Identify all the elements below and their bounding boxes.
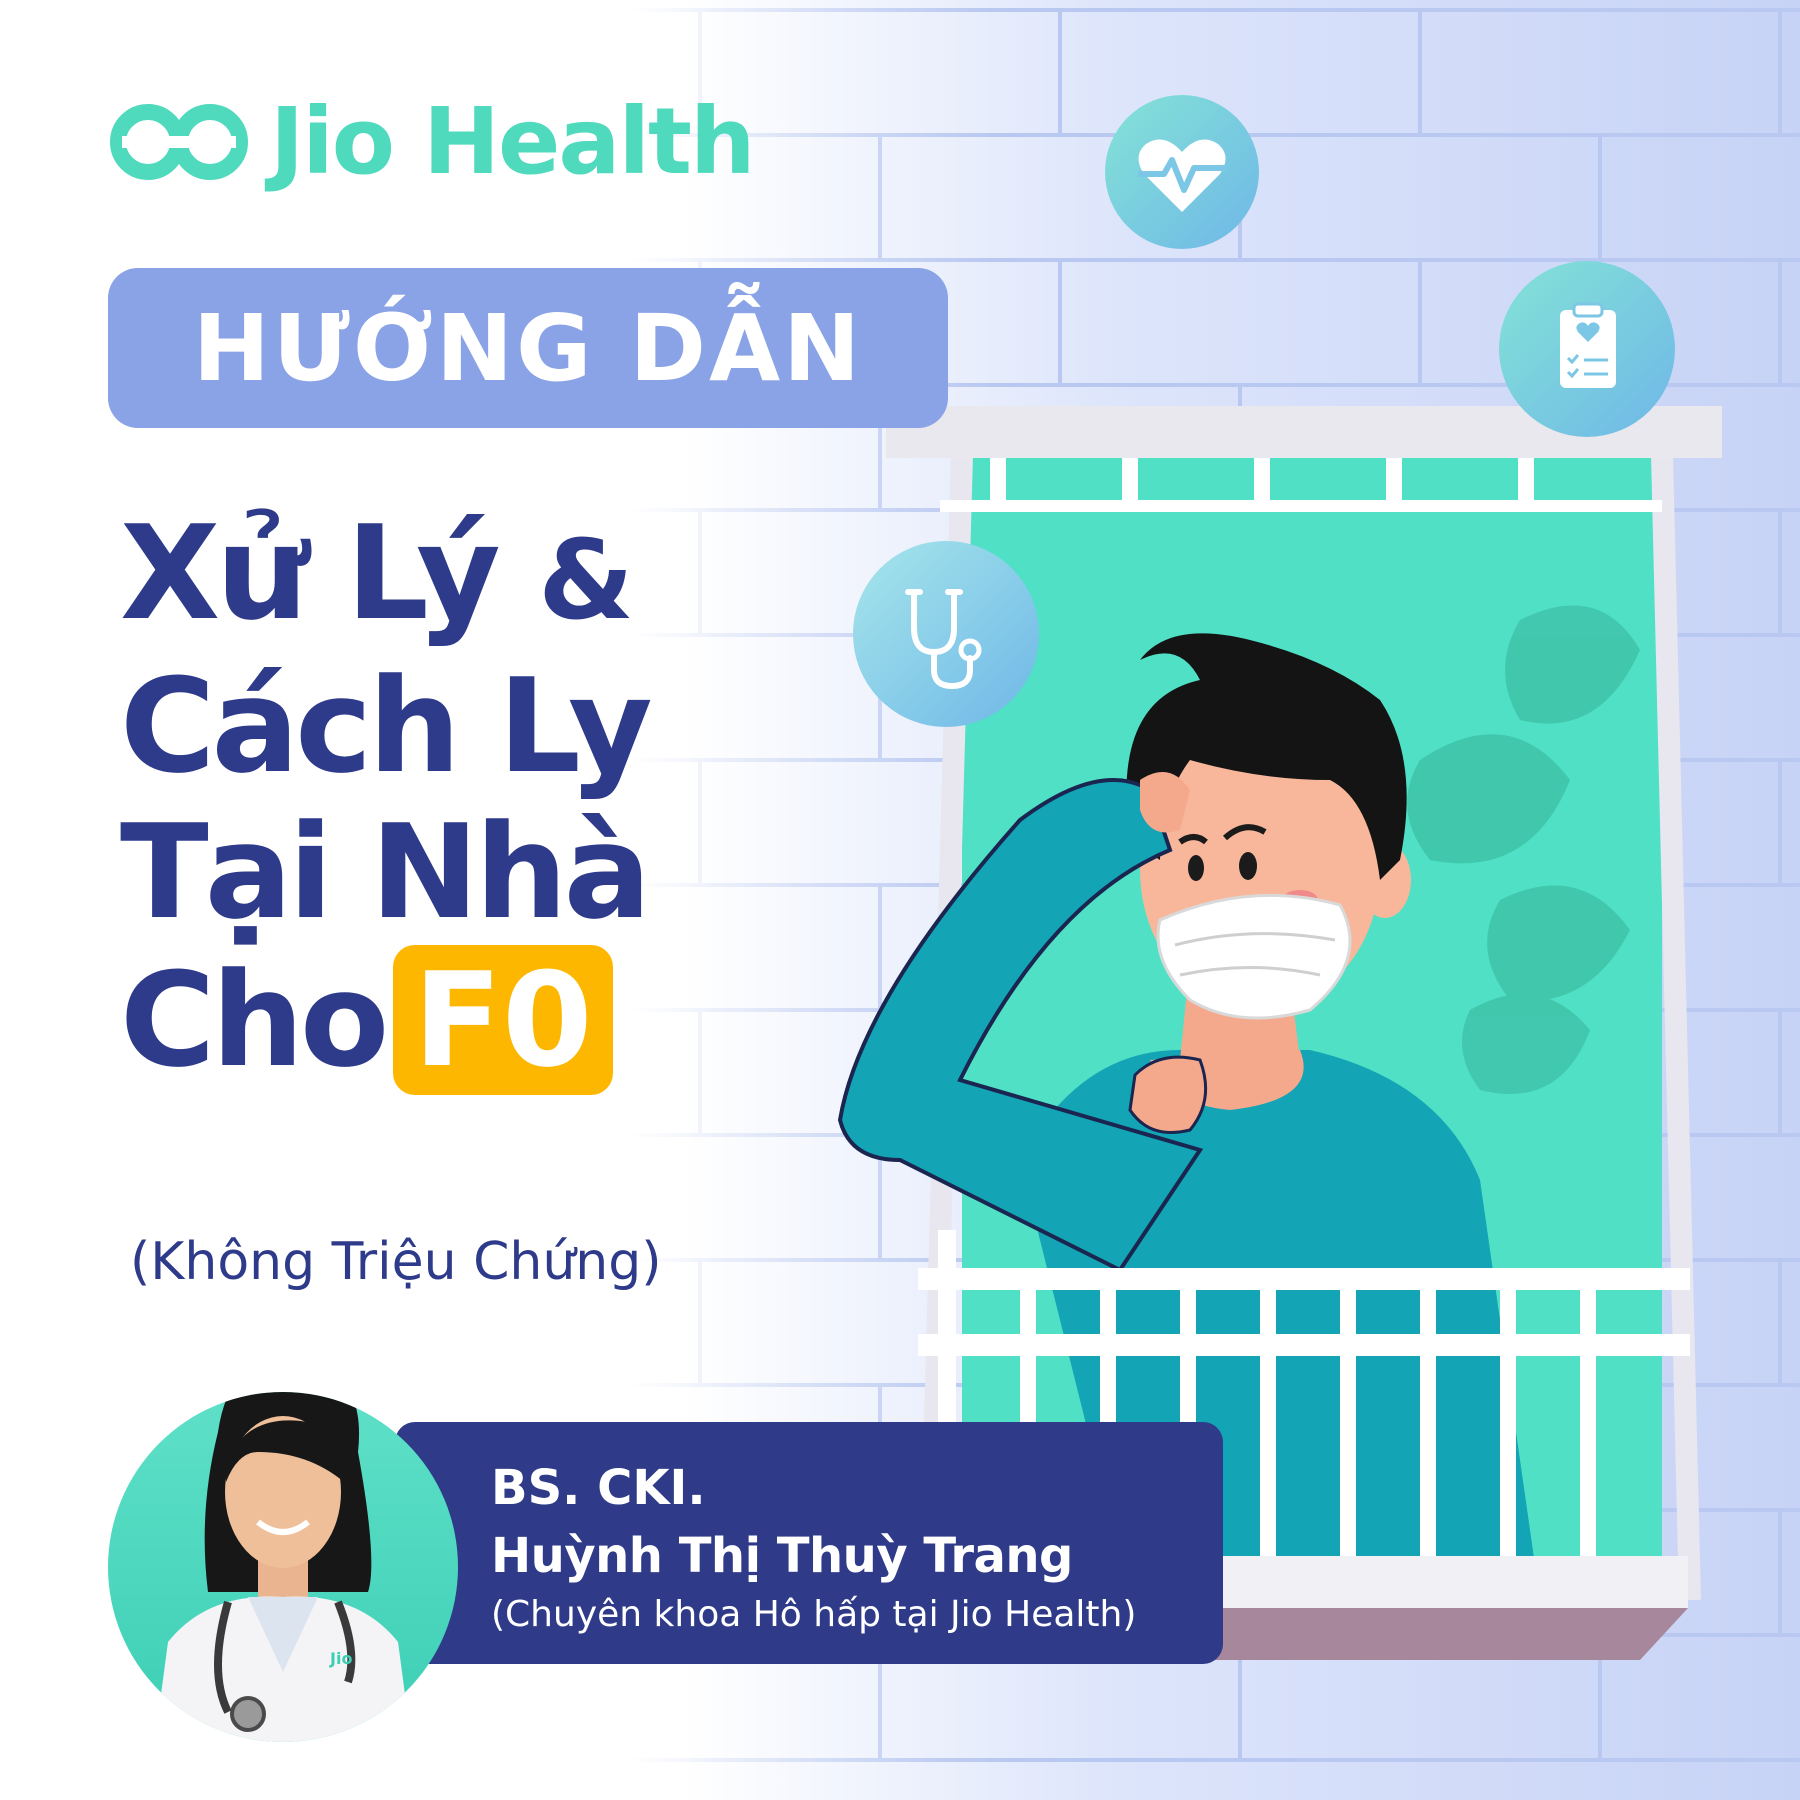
guide-badge: HƯỚNG DẪN [108, 268, 948, 428]
headline-line-2: Cách Ly [120, 650, 653, 802]
brand-logo: Jio Health [108, 88, 755, 195]
doctor-specialty: (Chuyên khoa Hô hấp tại Jio Health) [491, 1594, 1137, 1635]
ampersand: & [538, 516, 634, 644]
subtitle: (Không Triệu Chứng) [130, 1232, 662, 1292]
headline-line-4: Cho F0 [120, 945, 740, 1095]
brand-name: Jio Health [270, 88, 755, 195]
guide-badge-label: HƯỚNG DẪN [192, 294, 864, 402]
heart-rate-icon [1105, 95, 1259, 249]
stethoscope-icon [853, 541, 1039, 727]
coat-logo-text: Jio [329, 1649, 352, 1668]
doctor-info-card: BS. CKI. Huỳnh Thị Thuỳ Trang (Chuyên kh… [395, 1422, 1223, 1664]
jio-health-logo-icon [110, 104, 248, 180]
doctor-title: BS. CKI. [491, 1460, 706, 1516]
clipboard-heart-icon [1499, 261, 1675, 437]
doctor-name: Huỳnh Thị Thuỳ Trang [491, 1528, 1073, 1584]
headline-line-3: Tại Nhà [120, 796, 651, 948]
f0-highlight: F0 [393, 945, 613, 1095]
doctor-avatar: Jio [108, 1392, 458, 1742]
headline: Xử Lý & Cách Ly Tại Nhà Cho F0 [120, 500, 740, 1095]
headline-line-1: Xử Lý & [120, 500, 740, 653]
headline-line-1-text: Xử Lý [120, 497, 501, 649]
headline-line-4-text: Cho [120, 944, 389, 1096]
